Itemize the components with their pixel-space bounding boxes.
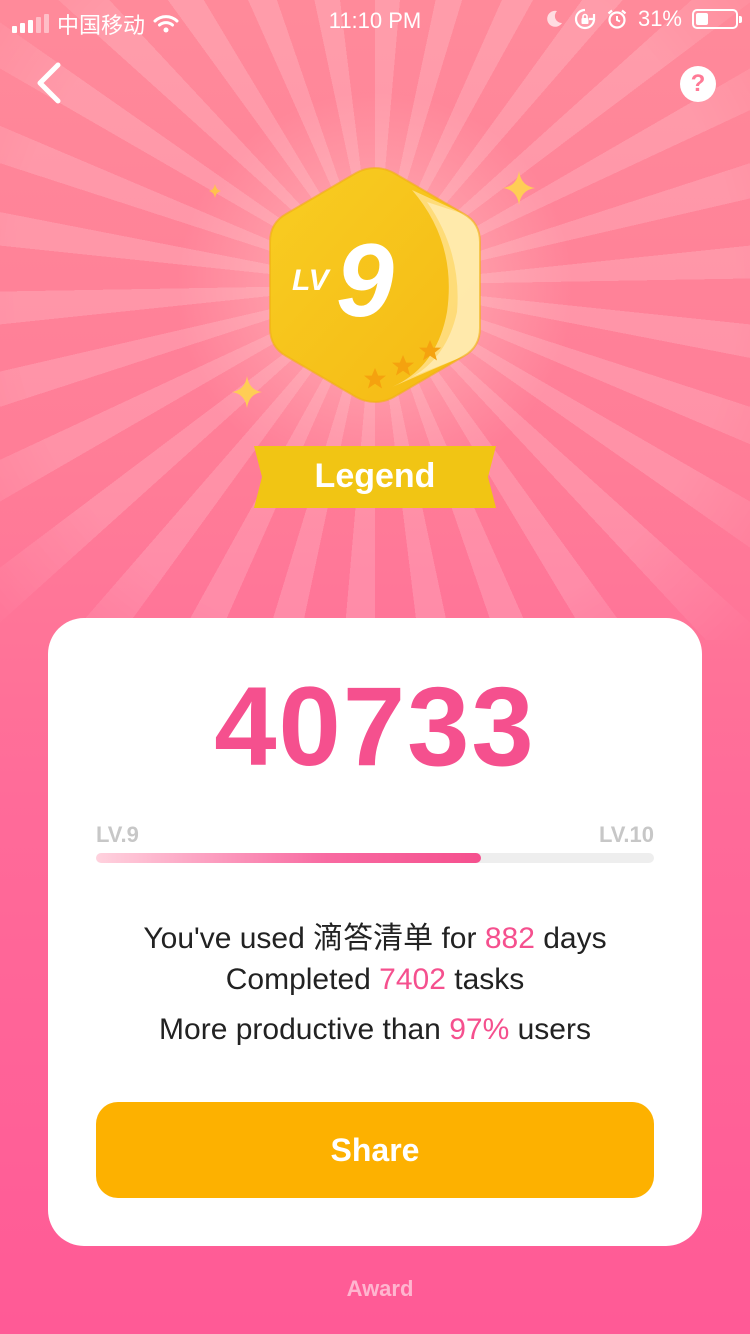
- productivity-suffix: users: [509, 1013, 591, 1046]
- badge-level-number: 9: [336, 223, 394, 339]
- productivity-value: 97%: [449, 1013, 510, 1046]
- badge-lv-prefix: LV: [292, 264, 332, 297]
- level-badge: LV 9: [269, 166, 481, 404]
- battery-icon: [692, 9, 742, 29]
- score-value: 40733: [214, 664, 536, 789]
- level-title: Legend: [314, 457, 436, 495]
- back-button[interactable]: [30, 60, 70, 106]
- productivity-line: More productive than 97% users: [48, 1013, 702, 1047]
- tasks-completed-prefix: Completed: [225, 963, 380, 996]
- days-used-prefix: You've used 滴答清单 for: [143, 922, 485, 955]
- battery-fill: [696, 13, 708, 25]
- level-progress-fill: [96, 853, 482, 863]
- tasks-completed-line: Completed 7402 tasks: [48, 963, 702, 997]
- days-used-suffix: days: [534, 922, 607, 955]
- days-used-line: You've used 滴答清单 for 882 days: [48, 913, 702, 957]
- award-tab[interactable]: Award: [0, 1276, 750, 1302]
- chevron-left-icon: [37, 62, 61, 104]
- tasks-completed-suffix: tasks: [445, 963, 525, 996]
- moon-icon: [547, 10, 562, 27]
- tasks-completed-value: 7402: [379, 963, 446, 996]
- current-level-label: LV.9: [96, 822, 139, 847]
- sparkle-icon: [503, 171, 535, 205]
- sparkle-icon: [232, 376, 262, 408]
- alarm-icon: [607, 9, 627, 29]
- status-bar: 中国移动 11:10 PM 31%: [0, 0, 750, 40]
- productivity-prefix: More productive than: [159, 1013, 450, 1046]
- share-button[interactable]: Share: [96, 1102, 654, 1198]
- help-button[interactable]: ?: [680, 66, 716, 102]
- days-used-value: 882: [484, 922, 535, 955]
- battery-percent: 31%: [637, 6, 682, 31]
- level-progress-bar: [96, 853, 654, 863]
- next-level-label: LV.10: [598, 822, 654, 847]
- status-right: 31%: [544, 6, 742, 32]
- sparkle-icon: [209, 184, 221, 198]
- rotation-lock-icon: [574, 8, 596, 30]
